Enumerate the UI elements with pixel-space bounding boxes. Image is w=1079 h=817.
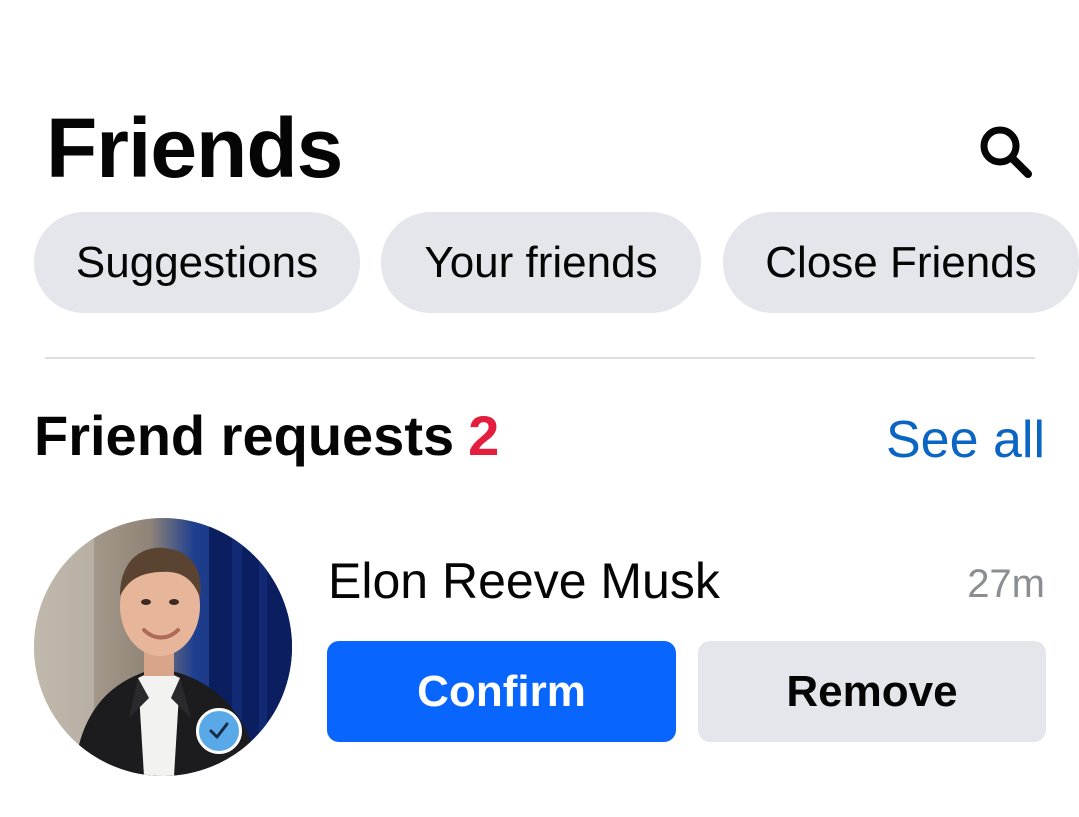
verified-check-icon	[209, 722, 229, 739]
search-button[interactable]	[972, 118, 1040, 186]
remove-button[interactable]: Remove	[698, 641, 1046, 742]
tab-your-friends[interactable]: Your friends	[381, 212, 701, 313]
tab-suggestions[interactable]: Suggestions	[34, 212, 360, 313]
request-time: 27m	[967, 562, 1045, 606]
avatar[interactable]	[34, 518, 292, 776]
friend-requests-heading: Friend requests 2	[34, 408, 499, 464]
avatar-photo	[34, 518, 292, 776]
friends-page: Friends Suggestions Your friends Close F…	[0, 0, 1079, 817]
page-title: Friends	[46, 101, 343, 195]
verified-badge	[196, 708, 242, 754]
request-name[interactable]: Elon Reeve Musk	[328, 556, 720, 606]
friend-requests-count: 2	[468, 404, 500, 467]
tab-close-friends[interactable]: Close Friends	[723, 212, 1079, 313]
see-all-link[interactable]: See all	[886, 414, 1045, 466]
confirm-button[interactable]: Confirm	[327, 641, 676, 742]
search-icon	[980, 126, 1032, 178]
divider	[45, 357, 1035, 359]
friend-requests-title: Friend requests	[34, 404, 455, 467]
